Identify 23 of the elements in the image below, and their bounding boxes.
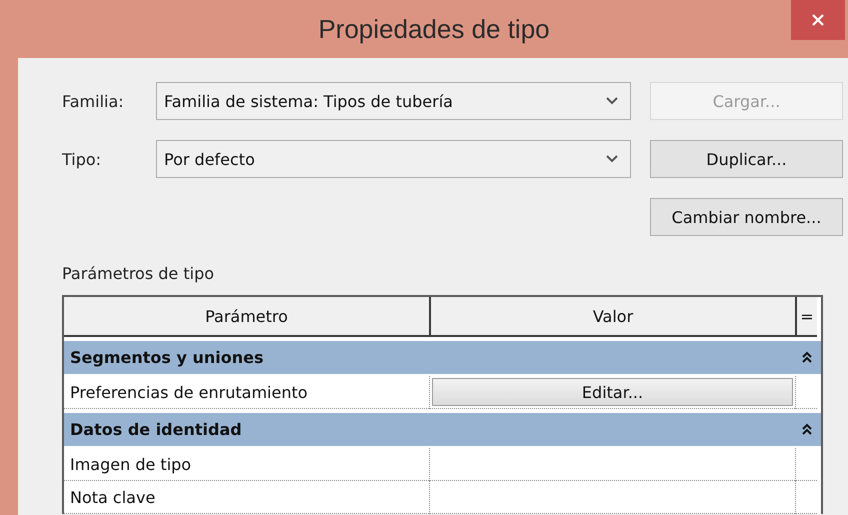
- dropdown-field[interactable]: Por defecto: [156, 140, 631, 178]
- field-label: Familia:: [62, 92, 125, 110]
- table-cell: Nota clave: [64, 481, 429, 514]
- group-header[interactable]: Datos de identidad: [64, 413, 821, 446]
- chevron-down-icon: [606, 97, 618, 105]
- chevron-down-icon: [606, 155, 618, 163]
- close-icon: [811, 13, 825, 27]
- collapse-icon[interactable]: [801, 423, 813, 436]
- close-button[interactable]: [791, 0, 845, 40]
- table-cell: Imagen de tipo: [64, 448, 429, 481]
- edit-button[interactable]: Editar...: [432, 378, 793, 406]
- column-header[interactable]: Valor: [429, 297, 795, 337]
- dropdown-field[interactable]: Familia de sistema: Tipos de tubería: [156, 82, 631, 120]
- section-label: Parámetros de tipo: [62, 264, 216, 283]
- collapse-icon[interactable]: [801, 351, 813, 364]
- column-header[interactable]: Parámetro: [64, 297, 429, 337]
- dialog-button[interactable]: Duplicar...: [650, 140, 843, 178]
- dialog-button[interactable]: Cambiar nombre...: [650, 198, 843, 236]
- group-header[interactable]: Segmentos y uniones: [64, 341, 821, 374]
- column-header[interactable]: =: [795, 297, 817, 337]
- field-label: Tipo:: [62, 150, 102, 168]
- table-cell: Preferencias de enrutamiento: [64, 376, 429, 409]
- window-title: Propiedades de tipo: [318, 14, 550, 44]
